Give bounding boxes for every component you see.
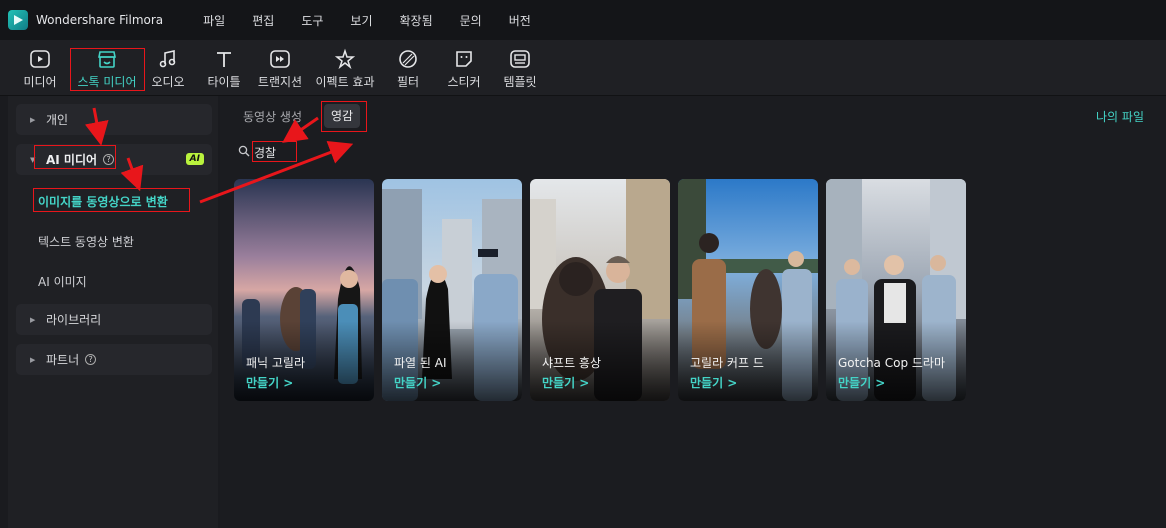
caret-right-icon: ▶: [30, 115, 36, 124]
media-toolbar: 미디어 스톡 미디어 오디오 타이틀 트랜지션 이펙트 효과 필터 스티커 템플…: [0, 40, 1166, 96]
filmora-logo-icon: [8, 10, 28, 30]
card-create-button[interactable]: 만들기 >: [542, 374, 589, 391]
tab-video-generation[interactable]: 동영상 생성: [243, 108, 302, 125]
template-card-3[interactable]: 샤프트 흥상 만들기 >: [530, 179, 670, 401]
sidebar-group-partner[interactable]: ▶ 파트너 ?: [16, 344, 212, 375]
sidebar-group-partner-label: 파트너: [46, 353, 80, 367]
app-title: Wondershare Filmora: [36, 13, 164, 27]
effect-icon: [334, 48, 356, 70]
sidebar-group-personal-label: 개인: [46, 113, 69, 127]
sidebar-item-image-to-video[interactable]: 이미지를 동영상으로 변환: [38, 193, 168, 210]
toolbar-effect-button[interactable]: 이펙트 효과: [312, 44, 378, 94]
card-create-button[interactable]: 만들기 >: [690, 374, 737, 391]
audio-icon: [157, 48, 179, 70]
caret-down-icon: ▼: [30, 155, 36, 164]
card-title: 샤프트 흥상: [542, 356, 602, 370]
sidebar-group-ai-media-label: AI 미디어: [46, 153, 98, 167]
toolbar-title-label: 타이틀: [207, 75, 241, 89]
toolbar-audio-label: 오디오: [151, 75, 185, 89]
toolbar-filter-button[interactable]: 필터: [390, 44, 426, 94]
toolbar-sticker-button[interactable]: 스티커: [444, 44, 484, 94]
toolbar-audio-button[interactable]: 오디오: [148, 44, 188, 94]
menu-tools[interactable]: 도구: [301, 12, 323, 29]
toolbar-media-button[interactable]: 미디어: [20, 44, 60, 94]
toolbar-title-button[interactable]: 타이틀: [204, 44, 244, 94]
main-panel: 동영상 생성 영감 나의 파일 패닉 고릴라 만들기 >: [220, 96, 1166, 528]
menu-extensions[interactable]: 확장됨: [400, 12, 433, 29]
help-icon[interactable]: ?: [85, 354, 97, 365]
caret-right-icon: ▶: [30, 315, 36, 324]
template-icon: [509, 48, 531, 70]
card-create-button[interactable]: 만들기 >: [838, 374, 885, 391]
sidebar-group-library[interactable]: ▶ 라이브러리: [16, 304, 212, 335]
template-card-4[interactable]: 고릴라 커프 드 만들기 >: [678, 179, 818, 401]
search-input[interactable]: [254, 145, 494, 159]
stock-media-icon: [96, 48, 118, 70]
filter-icon: [397, 48, 419, 70]
toolbar-filter-label: 필터: [396, 75, 420, 89]
card-create-button[interactable]: 만들기 >: [246, 374, 293, 391]
toolbar-transition-button[interactable]: 트랜지션: [254, 44, 306, 94]
toolbar-stock-media-label: 스톡 미디어: [77, 75, 137, 89]
ai-badge: AI: [185, 153, 204, 165]
sidebar-group-personal[interactable]: ▶ 개인: [16, 104, 212, 135]
caret-right-icon: ▶: [30, 355, 36, 364]
my-files-link[interactable]: 나의 파일: [1096, 108, 1144, 125]
search-bar: [238, 142, 538, 162]
title-icon: [213, 48, 235, 70]
search-icon: [238, 145, 250, 160]
sidebar-item-ai-image[interactable]: AI 이미지: [38, 273, 87, 290]
template-card-5[interactable]: Gotcha Cop 드라마 만들기 >: [826, 179, 966, 401]
toolbar-template-label: 템플릿: [503, 75, 537, 89]
help-icon[interactable]: ?: [103, 154, 115, 165]
toolbar-template-button[interactable]: 템플릿: [500, 44, 540, 94]
menu-file[interactable]: 파일: [203, 12, 225, 29]
template-card-1[interactable]: 패닉 고릴라 만들기 >: [234, 179, 374, 401]
menu-version[interactable]: 버전: [509, 12, 531, 29]
sidebar-item-text-to-video[interactable]: 텍스트 동영상 변환: [38, 233, 134, 250]
transition-icon: [269, 48, 291, 70]
title-bar: Wondershare Filmora 파일 편집 도구 보기 확장됨 문의 버…: [0, 0, 1166, 40]
card-create-button[interactable]: 만들기 >: [394, 374, 441, 391]
toolbar-transition-label: 트랜지션: [257, 75, 303, 89]
sidebar-group-ai-media[interactable]: ▼ AI 미디어 ? AI: [16, 144, 212, 175]
toolbar-sticker-label: 스티커: [447, 75, 481, 89]
card-title: 파열 된 AI: [394, 356, 447, 370]
card-title: 고릴라 커프 드: [690, 356, 764, 370]
menu-edit[interactable]: 편집: [252, 12, 274, 29]
menu-bar: 파일 편집 도구 보기 확장됨 문의 버전: [203, 12, 558, 29]
media-icon: [29, 48, 51, 70]
menu-view[interactable]: 보기: [350, 12, 372, 29]
template-card-2[interactable]: 파열 된 AI 만들기 >: [382, 179, 522, 401]
toolbar-stock-media-button[interactable]: 스톡 미디어: [70, 44, 144, 94]
sticker-icon: [453, 48, 475, 70]
toolbar-media-label: 미디어: [23, 75, 57, 89]
card-title: 패닉 고릴라: [246, 356, 306, 370]
card-title: Gotcha Cop 드라마: [838, 356, 945, 370]
sidebar: ▶ 개인 ▼ AI 미디어 ? AI 이미지를 동영상으로 변환 텍스트 동영상…: [8, 96, 218, 528]
menu-help[interactable]: 문의: [460, 12, 482, 29]
sidebar-group-library-label: 라이브러리: [46, 313, 102, 327]
toolbar-effect-label: 이펙트 효과: [315, 75, 375, 89]
tab-inspiration[interactable]: 영감: [324, 104, 360, 128]
